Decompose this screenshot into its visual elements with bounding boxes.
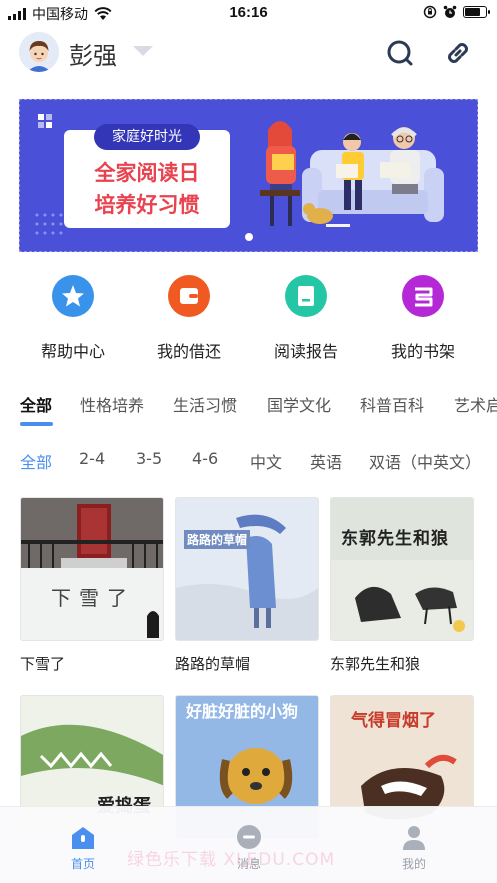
my-borrow-button[interactable]: 我的借还 (134, 275, 244, 365)
home-icon (72, 827, 94, 849)
search-icon[interactable] (385, 38, 415, 68)
nav-label: 首页 (70, 857, 95, 871)
book-cover: 下雪了 (20, 497, 164, 641)
username[interactable]: 彭强 (69, 36, 117, 71)
profile-icon (403, 826, 425, 850)
tab-chinese-culture[interactable]: 国学文化 (267, 392, 331, 416)
filter-chinese[interactable]: 中文 (250, 449, 282, 473)
quick-action-label: 我的借还 (156, 342, 221, 361)
tab-habits[interactable]: 生活习惯 (173, 392, 237, 416)
book-title: 东郭先生和狼 (330, 655, 421, 673)
watermark: 绿色乐下载 XLEDU.COM (127, 850, 336, 870)
status-bar: 中国移动 16:16 (0, 0, 497, 26)
chevron-down-icon[interactable] (133, 46, 153, 56)
filter-english[interactable]: 英语 (310, 449, 342, 473)
app-header: 彭强 (0, 28, 497, 78)
battery-icon (463, 6, 490, 18)
quick-action-label: 阅读报告 (273, 342, 338, 361)
alarm-icon (443, 5, 457, 18)
report-icon (285, 275, 327, 317)
tab-science[interactable]: 科普百科 (360, 392, 424, 416)
help-center-button[interactable]: 帮助中心 (18, 275, 128, 365)
book-cover: 路路的草帽 (175, 497, 319, 641)
book-cover-title: 气得冒烟了 (351, 711, 436, 731)
promo-banner[interactable]: 家庭好时光 全家阅读日 培养好习惯 (19, 99, 478, 252)
bookshelf-icon (402, 275, 444, 317)
banner-tag: 家庭好时光 (94, 124, 200, 150)
book-cover-title: 下雪了 (51, 586, 135, 610)
nav-home[interactable]: 首页 (43, 807, 123, 883)
banner-subheadline: 培养好习惯 (94, 193, 200, 217)
star-icon (52, 275, 94, 317)
filter-age-4-6[interactable]: 4-6 (192, 449, 218, 468)
avatar[interactable] (19, 32, 59, 72)
filter-age-3-5[interactable]: 3-5 (136, 449, 162, 468)
avatar-image (19, 32, 59, 72)
tab-character[interactable]: 性格培养 (80, 392, 144, 416)
active-tab-indicator (20, 422, 53, 426)
book-cover-title: 好脏好脏的小狗 (186, 702, 299, 721)
status-right (423, 5, 490, 19)
quick-action-label: 我的书架 (390, 342, 455, 361)
book-cover-title: 东郭先生和狼 (341, 529, 449, 549)
book-cover-title: 路路的草帽 (184, 530, 251, 549)
family-reading-illustration (260, 121, 444, 227)
book-title: 下雪了 (20, 655, 66, 673)
filter-age-2-4[interactable]: 2-4 (79, 449, 105, 468)
orientation-lock-icon (423, 5, 437, 19)
book-title: 路路的草帽 (175, 655, 251, 673)
my-bookshelf-button[interactable]: 我的书架 (368, 275, 478, 365)
filter-all[interactable]: 全部 (20, 449, 52, 473)
book-cover: 东郭先生和狼 (330, 497, 474, 641)
reading-report-button[interactable]: 阅读报告 (251, 275, 361, 365)
tab-art[interactable]: 艺术启 (454, 392, 497, 416)
link-icon[interactable] (443, 38, 473, 68)
carousel-indicator[interactable] (245, 233, 253, 241)
banner-headline: 全家阅读日 (94, 161, 200, 185)
wallet-icon (168, 275, 210, 317)
nav-profile[interactable]: 我的 (374, 807, 454, 883)
nav-label: 我的 (401, 857, 426, 871)
tab-all[interactable]: 全部 (20, 392, 52, 416)
filter-bilingual[interactable]: 双语（中英文） (369, 449, 481, 473)
quick-action-label: 帮助中心 (40, 342, 105, 361)
banner-logo-icon (38, 114, 52, 128)
